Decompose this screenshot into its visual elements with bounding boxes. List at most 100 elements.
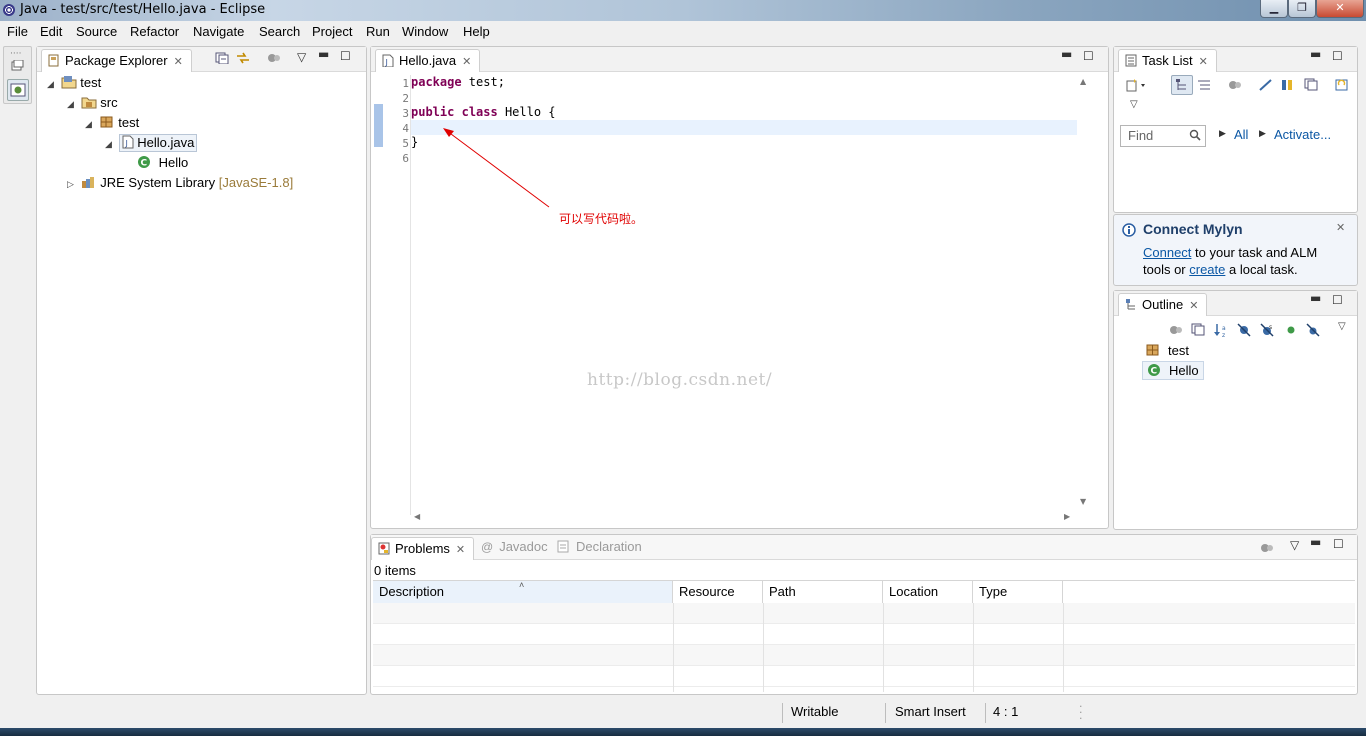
- column-header-type[interactable]: Type: [973, 581, 1063, 603]
- link-with-editor-icon[interactable]: [235, 51, 251, 65]
- hide-local-types-icon[interactable]: [1306, 323, 1322, 337]
- menu-navigate[interactable]: Navigate: [193, 24, 244, 39]
- minimize-icon[interactable]: ▬: [1310, 47, 1321, 61]
- maximize-icon[interactable]: ☐: [1332, 293, 1343, 307]
- expanded-arrow-icon[interactable]: ◢: [47, 79, 57, 90]
- hide-completed-icon[interactable]: [1280, 78, 1296, 92]
- menu-edit[interactable]: Edit: [40, 24, 62, 39]
- new-task-icon[interactable]: [1126, 78, 1150, 92]
- tab-problems[interactable]: Problems ✕: [371, 537, 475, 560]
- horizontal-scrollbar[interactable]: ◀ ▶: [411, 512, 1077, 524]
- maximize-icon[interactable]: ☐: [340, 49, 351, 63]
- outline-item-package[interactable]: test: [1146, 343, 1189, 358]
- focus-task-icon[interactable]: [1169, 323, 1185, 337]
- tab-outline-label: Outline: [1142, 297, 1184, 312]
- task-find-input[interactable]: Find: [1120, 125, 1206, 147]
- status-writable: Writable: [791, 704, 839, 719]
- scroll-left-icon[interactable]: ◀: [414, 512, 420, 521]
- tree-src-folder[interactable]: ◢ src: [67, 95, 118, 110]
- menu-run[interactable]: Run: [366, 24, 390, 39]
- java-perspective-icon[interactable]: [7, 79, 29, 101]
- minimize-icon[interactable]: ▬: [1310, 535, 1321, 549]
- all-tasks-link[interactable]: All: [1234, 127, 1248, 142]
- categorized-view-icon[interactable]: [1171, 75, 1193, 95]
- view-menu-icon[interactable]: ▽: [1338, 321, 1346, 332]
- tab-javadoc[interactable]: @ Javadoc: [481, 539, 548, 554]
- tab-task-list[interactable]: Task List ✕: [1118, 49, 1217, 72]
- maximize-icon[interactable]: ☐: [1332, 49, 1343, 63]
- maximize-icon[interactable]: ☐: [1083, 49, 1094, 63]
- create-task-link[interactable]: create: [1189, 262, 1225, 277]
- hide-fields-icon[interactable]: [1237, 323, 1253, 337]
- hide-static-icon[interactable]: s: [1260, 323, 1276, 337]
- eclipse-app-icon: [3, 4, 15, 16]
- tree-file-hello-java[interactable]: ◢ J Hello.java: [105, 134, 198, 152]
- close-tab-icon[interactable]: ✕: [462, 56, 471, 68]
- outline-icon: [1126, 299, 1135, 310]
- minimize-icon[interactable]: ▬: [318, 47, 329, 61]
- tree-label: test: [80, 75, 102, 90]
- close-icon[interactable]: ✕: [1336, 221, 1345, 234]
- menu-refactor[interactable]: Refactor: [130, 24, 179, 39]
- status-insert-mode: Smart Insert: [895, 704, 966, 719]
- close-tab-icon[interactable]: ✕: [174, 56, 183, 68]
- column-header-description[interactable]: Description ˄: [373, 580, 673, 603]
- view-menu-icon[interactable]: ▽: [297, 50, 306, 64]
- minimize-window-button[interactable]: ▁: [1260, 0, 1288, 18]
- scroll-right-icon[interactable]: ▶: [1064, 512, 1070, 521]
- tree-jre-library[interactable]: ▷ JRE System Library [JavaSE-1.8]: [67, 175, 293, 190]
- search-icon[interactable]: [1189, 129, 1201, 141]
- menu-project[interactable]: Project: [312, 24, 352, 39]
- activate-task-link[interactable]: Activate...: [1274, 127, 1331, 142]
- synchronize-icon[interactable]: [1334, 78, 1350, 92]
- scheduled-view-icon[interactable]: [1196, 78, 1212, 92]
- collapse-all-icon[interactable]: [1304, 78, 1320, 92]
- expanded-arrow-icon[interactable]: ◢: [105, 139, 115, 150]
- expanded-arrow-icon[interactable]: ◢: [85, 119, 95, 130]
- collapse-all-icon[interactable]: [1191, 323, 1207, 337]
- column-header-path[interactable]: Path: [763, 581, 883, 603]
- svg-text:C: C: [141, 159, 148, 169]
- connect-link[interactable]: Connect: [1143, 245, 1191, 260]
- deactivate-icon[interactable]: [1258, 78, 1274, 92]
- vertical-scrollbar[interactable]: ▲ ▼: [1077, 75, 1091, 512]
- menu-help[interactable]: Help: [463, 24, 490, 39]
- scroll-down-icon[interactable]: ▼: [1080, 497, 1086, 506]
- maximize-window-button[interactable]: ❐: [1288, 0, 1316, 18]
- expanded-arrow-icon[interactable]: ◢: [67, 99, 77, 110]
- focus-task-icon[interactable]: [1260, 541, 1276, 555]
- menu-search[interactable]: Search: [259, 24, 300, 39]
- menu-window[interactable]: Window: [402, 24, 448, 39]
- outline-item-class[interactable]: C Hello: [1142, 361, 1204, 380]
- scroll-up-icon[interactable]: ▲: [1080, 77, 1086, 86]
- open-perspective-icon[interactable]: [10, 59, 24, 72]
- focus-workweek-icon[interactable]: [1228, 78, 1244, 92]
- tab-outline[interactable]: Outline ✕: [1118, 293, 1208, 316]
- menu-source[interactable]: Source: [76, 24, 117, 39]
- sort-icon[interactable]: az: [1213, 322, 1231, 338]
- maximize-icon[interactable]: ☐: [1333, 537, 1344, 551]
- tree-project-test[interactable]: ◢ test: [47, 75, 101, 90]
- tab-hello-java[interactable]: J Hello.java ✕: [375, 49, 481, 72]
- minimize-icon[interactable]: ▬: [1061, 47, 1072, 61]
- tree-package-test[interactable]: ◢ test: [85, 115, 139, 130]
- close-tab-icon[interactable]: ✕: [456, 544, 465, 556]
- svg-text:a: a: [1222, 325, 1226, 332]
- tab-declaration[interactable]: Declaration: [557, 539, 642, 554]
- focus-task-icon[interactable]: [267, 52, 281, 64]
- column-header-location[interactable]: Location: [883, 581, 973, 603]
- tree-class-hello[interactable]: C Hello: [137, 155, 188, 170]
- close-tab-icon[interactable]: ✕: [1189, 300, 1198, 312]
- menu-file[interactable]: File: [7, 24, 28, 39]
- collapsed-arrow-icon[interactable]: ▷: [67, 179, 77, 190]
- collapse-all-icon[interactable]: [215, 52, 229, 64]
- column-header-resource[interactable]: Resource: [673, 581, 763, 603]
- close-window-button[interactable]: ✕: [1316, 0, 1364, 18]
- tab-package-explorer[interactable]: Package Explorer ✕: [41, 49, 192, 72]
- view-menu-icon[interactable]: ▽: [1290, 538, 1299, 552]
- outline-label: test: [1168, 343, 1189, 358]
- minimize-icon[interactable]: ▬: [1310, 291, 1321, 305]
- close-tab-icon[interactable]: ✕: [1199, 56, 1208, 68]
- view-menu-icon[interactable]: ▽: [1130, 99, 1138, 110]
- hide-non-public-icon[interactable]: [1284, 323, 1300, 337]
